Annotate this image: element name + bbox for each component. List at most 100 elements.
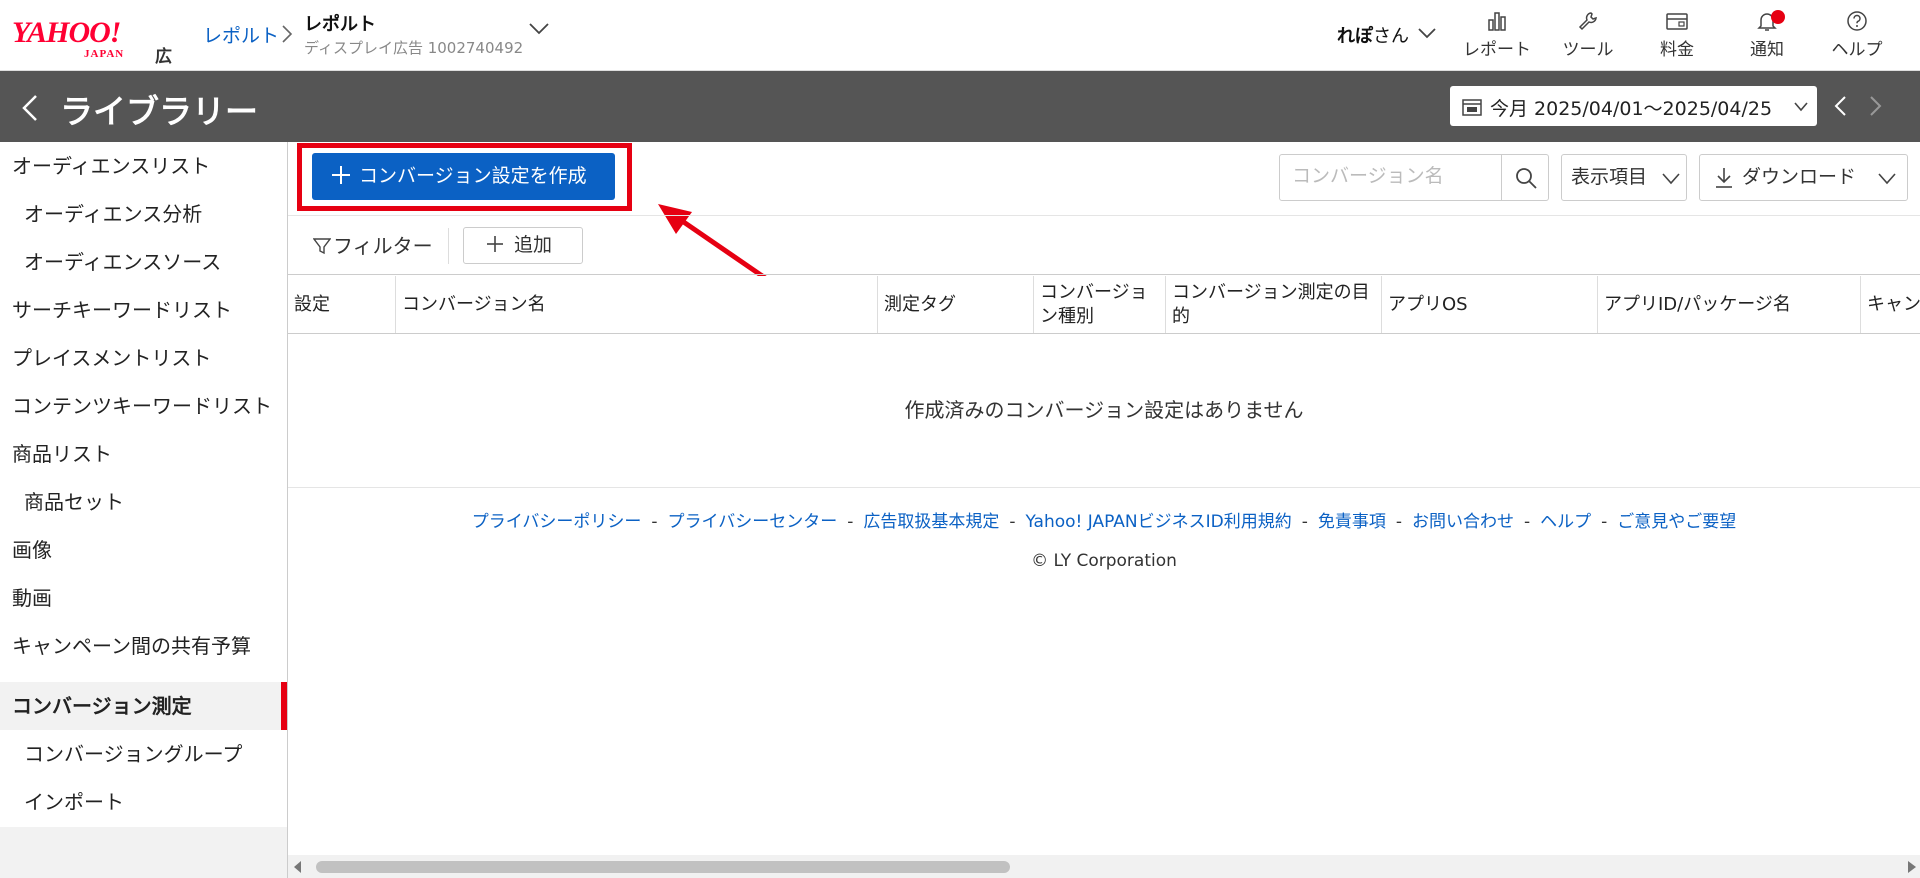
highlight-box: [297, 143, 632, 211]
nav-report[interactable]: レポート: [1452, 10, 1542, 60]
column-header-settings[interactable]: 設定: [288, 276, 396, 333]
back-arrow-icon[interactable]: [20, 93, 40, 123]
sidebar-item-label: サーチキーワードリスト: [12, 298, 232, 322]
sidebar-item-content-keyword-list[interactable]: コンテンツキーワードリスト: [0, 382, 287, 430]
wrench-icon: [1578, 12, 1597, 31]
footer-link-help[interactable]: ヘルプ: [1540, 512, 1591, 532]
nav-tools[interactable]: ツール: [1543, 10, 1633, 60]
sidebar-item-label: 商品リスト: [12, 442, 112, 466]
sidebar-item-shared-budget[interactable]: キャンペーン間の共有予算: [0, 622, 287, 670]
column-header-conversion-purpose[interactable]: コンバージョン測定の目的: [1166, 276, 1382, 333]
sidebar-item-label: 動画: [12, 586, 52, 610]
column-header-tag[interactable]: 測定タグ: [878, 276, 1034, 333]
sidebar-item-label: コンテンツキーワードリスト: [12, 394, 272, 418]
account-subtitle: ディスプレイ広告 1002740492: [304, 39, 524, 57]
add-filter-label: 追加: [514, 234, 553, 256]
conversion-search: [1279, 154, 1549, 201]
user-chevron-icon[interactable]: [1417, 27, 1437, 39]
nav-notifications-label: 通知: [1750, 40, 1784, 60]
column-header-app-os[interactable]: アプリOS: [1382, 276, 1598, 333]
footer-link-contact[interactable]: お問い合わせ: [1412, 512, 1514, 532]
nav-report-label: レポート: [1463, 40, 1531, 60]
sidebar-bottom-area: [0, 827, 288, 878]
column-label: キャン: [1867, 294, 1920, 315]
help-circle-icon: [1847, 11, 1867, 31]
column-header-campaign[interactable]: キャン: [1861, 276, 1920, 333]
column-header-conversion-type[interactable]: コンバージョン種別: [1034, 276, 1166, 333]
footer-link-privacy-center[interactable]: プライバシーセンター: [668, 512, 838, 532]
download-icon: [1716, 168, 1732, 188]
footer-separator: -: [1523, 512, 1531, 532]
previous-period-icon[interactable]: [1833, 95, 1847, 117]
scroll-right-icon[interactable]: [1908, 861, 1916, 873]
sidebar-item-audience-list[interactable]: オーディエンスリスト: [0, 142, 287, 190]
sidebar-item-import[interactable]: インポート: [0, 778, 287, 826]
chevron-right-icon: [282, 25, 293, 43]
top-header: YAHOO! JAPAN 広告 レポルト レポルト ディスプレイ広告 10027…: [0, 0, 1920, 93]
sidebar-item-audience-analysis[interactable]: オーディエンス分析: [0, 190, 287, 238]
user-name: れぽ: [1337, 26, 1373, 47]
footer-link-business-id-terms[interactable]: Yahoo! JAPANビジネスID利用規約: [1025, 512, 1291, 532]
next-period-icon[interactable]: [1869, 95, 1883, 117]
chevron-down-icon: [1878, 173, 1896, 185]
sidebar-item-product-list[interactable]: 商品リスト: [0, 430, 287, 478]
yahoo-logo[interactable]: YAHOO! JAPAN 広告: [12, 16, 172, 93]
sidebar-item-conversion-measurement[interactable]: コンバージョン測定: [0, 682, 287, 730]
user-suffix: さん: [1373, 26, 1409, 47]
download-dropdown[interactable]: ダウンロード: [1699, 154, 1908, 201]
footer-link-disclaimer[interactable]: 免責事項: [1318, 512, 1386, 532]
sidebar-item-label: コンバージョン測定: [12, 694, 192, 718]
footer-link-privacy-policy[interactable]: プライバシーポリシー: [472, 512, 642, 532]
column-header-app-id[interactable]: アプリID/パッケージ名: [1598, 276, 1861, 333]
sidebar-item-label: 画像: [12, 538, 52, 562]
billing-icon: [1666, 13, 1688, 30]
search-icon[interactable]: [1514, 166, 1538, 190]
nav-notifications[interactable]: 通知: [1722, 10, 1812, 60]
sidebar-item-product-set[interactable]: 商品セット: [0, 478, 287, 526]
content-divider: [288, 487, 1920, 488]
footer-link-ad-terms[interactable]: 広告取扱基本規定: [863, 512, 999, 532]
sidebar-item-videos[interactable]: 動画: [0, 574, 287, 622]
copyright: © LY Corporation: [1031, 551, 1177, 571]
sidebar-item-label: コンバージョングループ: [24, 742, 243, 766]
nav-tools-label: ツール: [1562, 40, 1614, 60]
filter-button[interactable]: フィルター: [312, 230, 433, 259]
nav-billing[interactable]: 料金: [1632, 10, 1722, 60]
filter-icon: [312, 238, 332, 255]
page-title: ライブラリー: [60, 92, 258, 131]
download-label: ダウンロード: [1742, 166, 1857, 188]
horizontal-scrollbar[interactable]: [288, 855, 1920, 878]
sidebar-item-images[interactable]: 画像: [0, 526, 287, 574]
date-range-selector[interactable]: 今月 2025/04/01～2025/04/25: [1450, 86, 1817, 126]
column-label: アプリOS: [1388, 294, 1468, 315]
sidebar-item-audience-source[interactable]: オーディエンスソース: [0, 238, 287, 286]
user-menu[interactable]: れぽさん: [1337, 22, 1409, 48]
add-filter-button[interactable]: 追加: [463, 227, 583, 264]
footer-link-feedback[interactable]: ご意見やご要望: [1617, 512, 1736, 532]
logo-text: YAHOO!: [12, 16, 121, 49]
scrollbar-thumb[interactable]: [316, 861, 1010, 873]
sidebar-item-search-keyword-list[interactable]: サーチキーワードリスト: [0, 286, 287, 334]
footer-separator: -: [1395, 512, 1402, 532]
nav-help[interactable]: ヘルプ: [1812, 10, 1902, 60]
account-switcher-chevron-icon[interactable]: [528, 22, 550, 36]
breadcrumb-account-link[interactable]: レポルト: [203, 21, 279, 48]
scroll-left-icon[interactable]: [294, 861, 302, 873]
sidebar-item-conversion-group[interactable]: コンバージョングループ: [0, 730, 287, 778]
nav-billing-label: 料金: [1660, 40, 1694, 60]
table-header: 設定 コンバージョン名 測定タグ コンバージョン種別 コンバージョン測定の目的 …: [288, 276, 1920, 334]
sidebar-item-label: プレイスメントリスト: [12, 346, 212, 370]
sidebar-item-label: オーディエンスソース: [24, 250, 222, 274]
bar-chart-icon: [1488, 12, 1506, 31]
filter-divider: [448, 228, 449, 264]
footer-separator: -: [1301, 512, 1308, 532]
display-columns-dropdown[interactable]: 表示項目: [1561, 154, 1687, 201]
sidebar-item-placement-list[interactable]: プレイスメントリスト: [0, 334, 287, 382]
sidebar-item-label: キャンペーン間の共有予算: [12, 634, 251, 658]
column-label: 設定: [294, 294, 330, 315]
conversion-search-input[interactable]: [1292, 165, 1492, 187]
column-header-conversion-name[interactable]: コンバージョン名: [396, 276, 878, 333]
footer-separator: -: [1601, 512, 1608, 532]
filter-bar: フィルター 追加: [288, 215, 1920, 275]
plus-icon: [487, 235, 503, 252]
